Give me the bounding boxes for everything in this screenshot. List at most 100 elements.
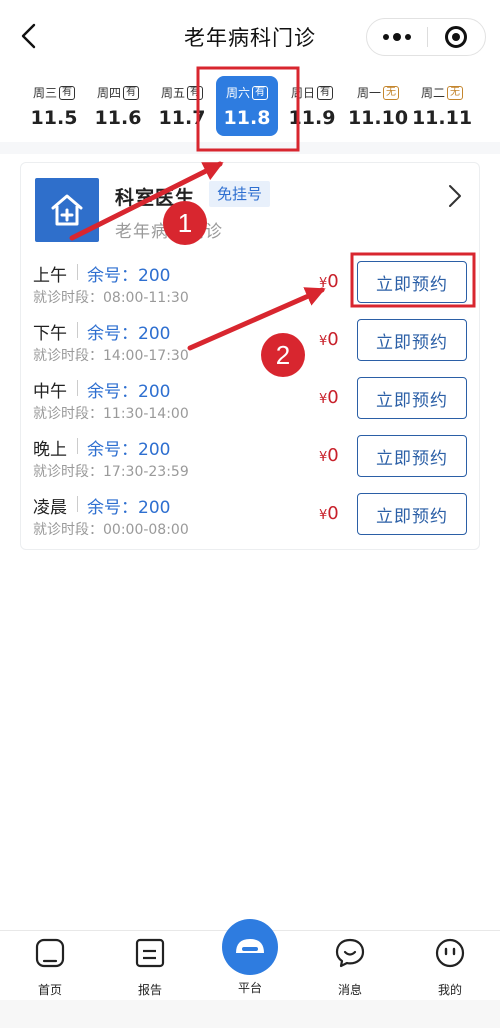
availability-tag: 有 xyxy=(317,85,333,100)
book-now-button[interactable]: 立即预约 xyxy=(357,435,467,477)
tab-home[interactable]: 首页 xyxy=(20,937,80,998)
date-label: 11.6 xyxy=(94,107,142,129)
time-slot-row: 凌晨 余号：200 就诊时段：00:00-08:00 ¥0 立即预约 xyxy=(33,493,481,547)
slot-remaining: 余号：200 xyxy=(87,382,171,402)
date-label: 11.9 xyxy=(288,107,336,129)
slot-remaining: 余号：200 xyxy=(87,498,171,518)
date-label: 11.10 xyxy=(347,107,409,129)
slot-time: 就诊时段：11:30-14:00 xyxy=(33,406,189,422)
availability-tag: 有 xyxy=(59,85,75,100)
report-icon xyxy=(134,937,166,969)
weekday-label: 周六 xyxy=(225,86,250,100)
availability-tag: 无 xyxy=(383,85,399,100)
slot-remaining: 余号：200 xyxy=(87,440,171,460)
date-label: 11.8 xyxy=(223,107,271,129)
slot-price: ¥0 xyxy=(319,387,339,408)
slot-period: 上午 xyxy=(33,266,67,286)
slot-price: ¥0 xyxy=(319,503,339,524)
date-label: 11.5 xyxy=(30,107,78,129)
tab-message[interactable]: 消息 xyxy=(320,937,380,998)
price-value: 0 xyxy=(327,329,339,350)
weekday-label: 周四 xyxy=(96,86,121,100)
slot-price: ¥0 xyxy=(319,329,339,350)
slot-remaining: 余号：200 xyxy=(87,266,171,286)
tab-label: 我的 xyxy=(437,983,462,997)
tab-platform[interactable]: 平台 xyxy=(220,919,280,996)
target-icon xyxy=(445,26,468,48)
slot-period: 晚上 xyxy=(33,440,67,460)
slot-price: ¥0 xyxy=(319,445,339,466)
slot-time: 就诊时段：08:00-11:30 xyxy=(33,290,189,306)
date-tab-1[interactable]: 周四有 11.6 xyxy=(86,76,150,136)
date-tab-3-selected[interactable]: 周六有 11.8 xyxy=(216,76,278,136)
price-value: 0 xyxy=(327,387,339,408)
system-bottom-bar xyxy=(0,1000,500,1028)
book-now-button[interactable]: 立即预约 xyxy=(357,377,467,419)
weekday-label: 周三 xyxy=(32,86,57,100)
hospital-icon xyxy=(35,178,99,242)
free-registration-badge: 免挂号 xyxy=(209,181,271,207)
time-slot-row: 上午 余号：200 就诊时段：08:00-11:30 ¥0 立即预约 xyxy=(33,261,481,315)
miniapp-capsule xyxy=(366,18,486,56)
slot-divider xyxy=(77,496,78,512)
weekday-label: 周一 xyxy=(356,86,381,100)
availability-tag: 有 xyxy=(252,85,268,100)
time-slot-row: 晚上 余号：200 就诊时段：17:30-23:59 ¥0 立即预约 xyxy=(33,435,481,489)
message-icon xyxy=(334,937,366,969)
date-tab-4[interactable]: 周日有 11.9 xyxy=(280,76,344,136)
department-card: 科室医生 免挂号 老年病科门诊 上午 余号：200 就诊时段：08:00-11:… xyxy=(20,162,480,550)
slot-remaining: 余号：200 xyxy=(87,324,171,344)
availability-tag: 无 xyxy=(447,85,463,100)
department-name: 科室医生 xyxy=(115,187,196,209)
tab-profile[interactable]: 我的 xyxy=(420,937,480,998)
date-tab-5[interactable]: 周一无 11.10 xyxy=(346,76,410,136)
more-menu-button[interactable] xyxy=(367,19,427,55)
price-value: 0 xyxy=(327,503,339,524)
tab-label: 消息 xyxy=(337,983,362,997)
date-tab-2[interactable]: 周五有 11.7 xyxy=(150,76,214,136)
date-tab-6[interactable]: 周二无 11.11 xyxy=(410,76,474,136)
slot-period: 凌晨 xyxy=(33,498,67,518)
slot-time: 就诊时段：00:00-08:00 xyxy=(33,522,189,538)
more-dot xyxy=(392,33,401,41)
price-value: 0 xyxy=(327,271,339,292)
chevron-right-icon[interactable] xyxy=(447,183,463,209)
nav-header: 老年病科门诊 xyxy=(0,0,500,72)
slot-divider xyxy=(77,264,78,280)
tab-label: 报告 xyxy=(137,983,162,997)
price-value: 0 xyxy=(327,445,339,466)
weekday-label: 周五 xyxy=(160,86,185,100)
slot-divider xyxy=(77,322,78,338)
time-slot-row: 下午 余号：200 就诊时段：14:00-17:30 ¥0 立即预约 xyxy=(33,319,481,373)
slot-price: ¥0 xyxy=(319,271,339,292)
availability-tag: 有 xyxy=(187,85,203,100)
book-now-button[interactable]: 立即预约 xyxy=(357,319,467,361)
time-slot-row: 中午 余号：200 就诊时段：11:30-14:00 ¥0 立即预约 xyxy=(33,377,481,431)
section-divider xyxy=(0,142,500,154)
department-subtitle: 老年病科门诊 xyxy=(115,222,223,242)
slot-divider xyxy=(77,438,78,454)
weekday-label: 周二 xyxy=(420,86,445,100)
slot-divider xyxy=(77,380,78,396)
weekday-label: 周日 xyxy=(290,86,315,100)
slot-time: 就诊时段：17:30-23:59 xyxy=(33,464,189,480)
book-now-button[interactable]: 立即预约 xyxy=(357,261,467,303)
home-icon xyxy=(34,937,66,969)
more-dot xyxy=(404,34,411,40)
slot-period: 中午 xyxy=(33,382,67,402)
bottom-tabbar: 首页 报告 平台 消息 我的 xyxy=(0,919,500,1000)
book-now-button[interactable]: 立即预约 xyxy=(357,493,467,535)
profile-icon xyxy=(434,937,466,969)
close-miniapp-button[interactable] xyxy=(427,19,485,55)
date-label: 11.7 xyxy=(158,107,206,129)
date-tab-0[interactable]: 周三有 11.5 xyxy=(22,76,86,136)
date-label: 11.11 xyxy=(411,107,473,129)
tab-report[interactable]: 报告 xyxy=(120,937,180,998)
tab-label: 平台 xyxy=(237,981,262,995)
slot-period: 下午 xyxy=(33,324,67,344)
more-dot xyxy=(382,34,389,40)
date-selector: 周三有 11.5 周四有 11.6 周五有 11.7 周六有 11.8 周日有 … xyxy=(0,72,500,140)
tab-label: 首页 xyxy=(37,983,62,997)
platform-icon xyxy=(222,919,278,975)
slot-time: 就诊时段：14:00-17:30 xyxy=(33,348,189,364)
